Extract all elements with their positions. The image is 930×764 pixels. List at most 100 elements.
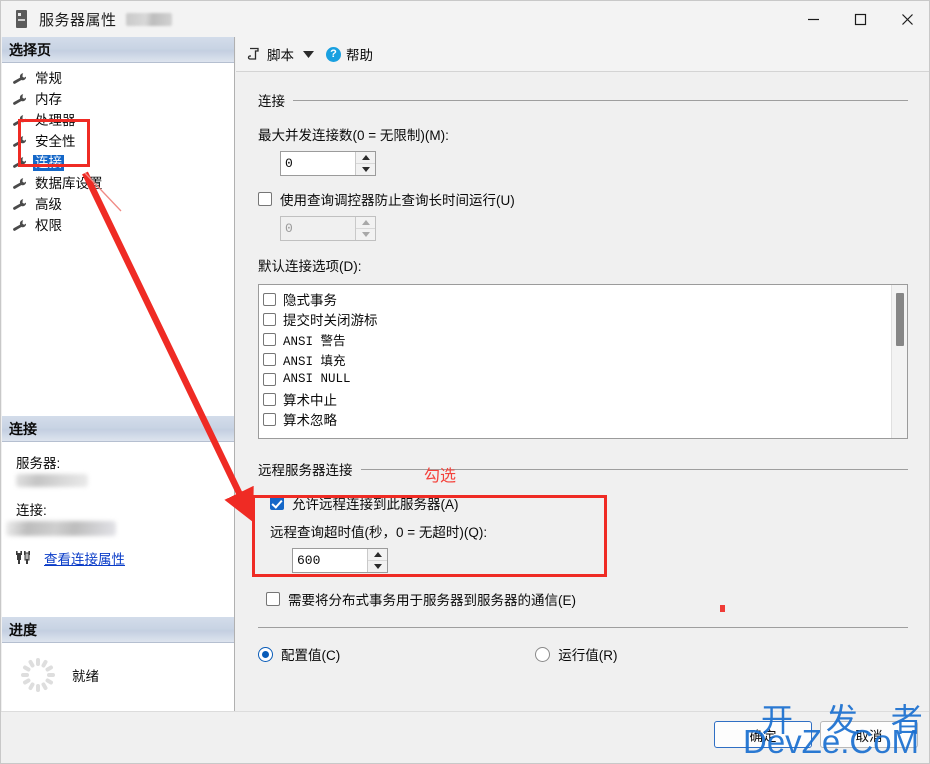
connection-header: 连接 <box>2 416 234 442</box>
remote-timeout-input[interactable] <box>293 549 367 572</box>
option-label: 提交时关闭游标 <box>283 313 378 328</box>
stepper-up-icon[interactable] <box>368 549 387 561</box>
connections-form: 连接 最大并发连接数(0 = 无限制)(M): 使用查询调控器防止查询长时间运行… <box>236 72 929 664</box>
minimize-icon[interactable] <box>790 1 837 37</box>
divider <box>360 468 908 470</box>
list-scrollbar[interactable] <box>891 285 907 438</box>
list-item[interactable]: ANSI NULL <box>263 369 891 389</box>
list-item[interactable]: 算术忽略 <box>263 409 891 429</box>
wrench-icon <box>13 72 27 84</box>
require-dtc-checkbox[interactable] <box>266 592 280 606</box>
sidebar-item-general[interactable]: 常规 <box>2 68 234 89</box>
running-values-radio[interactable] <box>535 646 551 662</box>
page-list: 常规 内存 处理器 安全性 连接 数据库设置 高级 权限 <box>2 63 234 236</box>
wrench-icon <box>13 114 27 126</box>
progress-section: 进度 就绪 <box>2 617 234 693</box>
left-panel: 选择页 常规 内存 处理器 安全性 连接 数据库设置 高级 权限 连接 服务器:… <box>2 37 235 713</box>
wrench-icon <box>13 135 27 147</box>
script-icon <box>247 47 259 60</box>
option-label: ANSI NULL <box>283 372 351 386</box>
option-label: 算术忽略 <box>283 413 337 428</box>
scrollbar-thumb[interactable] <box>896 293 904 346</box>
query-governor-input <box>281 217 355 240</box>
progress-status: 就绪 <box>72 669 99 684</box>
maximize-icon[interactable] <box>837 1 884 37</box>
sidebar-item-label: 常规 <box>35 70 62 86</box>
remote-timeout-stepper[interactable] <box>292 548 388 573</box>
stepper-buttons <box>355 217 375 240</box>
redacted-connection-value <box>6 521 116 536</box>
sidebar-item-label: 数据库设置 <box>35 175 103 191</box>
query-governor-row[interactable]: 使用查询调控器防止查询长时间运行(U) <box>258 189 908 209</box>
option-checkbox[interactable] <box>263 292 276 306</box>
option-checkbox[interactable] <box>263 372 276 386</box>
option-label: 隐式事务 <box>283 293 337 308</box>
sidebar-item-advanced[interactable]: 高级 <box>2 194 234 215</box>
close-icon[interactable] <box>884 1 929 37</box>
require-dtc-label: 需要将分布式事务用于服务器到服务器的通信(E) <box>288 593 576 608</box>
list-item[interactable]: 提交时关闭游标 <box>263 309 891 329</box>
server-icon <box>14 10 30 28</box>
stepper-buttons[interactable] <box>355 152 375 175</box>
query-governor-label: 使用查询调控器防止查询长时间运行(U) <box>280 193 515 208</box>
default-connection-options-label: 默认连接选项(D): <box>258 259 362 274</box>
option-items: 隐式事务 提交时关闭游标 ANSI 警告 ANSI 填充 ANSI NULL 算… <box>259 285 891 438</box>
view-connection-properties-link[interactable]: 查看连接属性 <box>44 548 125 568</box>
divider <box>258 627 908 628</box>
default-connection-options-list[interactable]: 隐式事务 提交时关闭游标 ANSI 警告 ANSI 填充 ANSI NULL 算… <box>258 284 908 439</box>
configured-values-radio[interactable] <box>258 646 273 662</box>
stepper-up-icon[interactable] <box>356 152 375 164</box>
help-label: 帮助 <box>346 48 373 63</box>
loading-spinner-icon <box>20 657 56 693</box>
stepper-buttons[interactable] <box>367 549 387 572</box>
allow-remote-checkbox[interactable] <box>270 496 284 510</box>
option-checkbox[interactable] <box>263 392 276 406</box>
stepper-down-icon[interactable] <box>356 164 375 175</box>
option-checkbox[interactable] <box>263 412 276 426</box>
list-item[interactable]: 算术中止 <box>263 389 891 409</box>
wrench-icon <box>13 156 27 168</box>
remote-group-header: 远程服务器连接 <box>258 459 908 479</box>
option-checkbox[interactable] <box>263 332 276 346</box>
chevron-down-icon[interactable] <box>303 45 314 63</box>
stepper-down-icon[interactable] <box>368 561 387 572</box>
sidebar-item-permissions[interactable]: 权限 <box>2 215 234 236</box>
help-button[interactable]: ? 帮助 <box>326 44 373 64</box>
max-connections-input[interactable] <box>281 152 355 175</box>
query-governor-checkbox[interactable] <box>258 192 272 206</box>
window-controls <box>790 1 929 37</box>
list-item[interactable]: 隐式事务 <box>263 289 891 309</box>
list-item[interactable]: ANSI 填充 <box>263 349 891 369</box>
help-circle-icon: ? <box>326 46 341 62</box>
sidebar-item-label: 处理器 <box>35 112 76 128</box>
require-dtc-row[interactable]: 需要将分布式事务用于服务器到服务器的通信(E) <box>266 589 908 609</box>
sidebar-item-connections[interactable]: 连接 <box>2 152 234 173</box>
cancel-button[interactable]: 取消 <box>820 721 918 748</box>
progress-header: 进度 <box>2 617 234 643</box>
server-properties-dialog: 服务器属性 选择页 常规 内存 处理器 安全性 连接 数据库设置 高级 权限 连… <box>0 0 930 764</box>
wrench-icon <box>13 219 27 231</box>
script-button[interactable]: 脚本 <box>247 44 294 64</box>
option-checkbox[interactable] <box>263 312 276 326</box>
query-governor-stepper <box>280 216 376 241</box>
red-dot-artifact <box>720 605 725 612</box>
wrench-icon <box>13 198 27 210</box>
ok-button[interactable]: 确定 <box>714 721 812 748</box>
max-connections-stepper[interactable] <box>280 151 376 176</box>
divider <box>293 99 908 101</box>
sidebar-item-processors[interactable]: 处理器 <box>2 110 234 131</box>
dialog-footer: 确定 取消 <box>1 711 929 763</box>
sidebar-item-memory[interactable]: 内存 <box>2 89 234 110</box>
sidebar-item-database-settings[interactable]: 数据库设置 <box>2 173 234 194</box>
remote-group-title: 远程服务器连接 <box>258 463 353 478</box>
wrench-icon <box>13 93 27 105</box>
allow-remote-row[interactable]: 允许远程连接到此服务器(A) <box>270 493 908 513</box>
sidebar-item-security[interactable]: 安全性 <box>2 131 234 152</box>
option-checkbox[interactable] <box>263 352 276 366</box>
script-label: 脚本 <box>267 48 294 63</box>
list-item[interactable]: ANSI 警告 <box>263 329 891 349</box>
redacted-server-value <box>16 474 88 487</box>
sidebar-item-label: 权限 <box>35 217 62 233</box>
max-connections-label: 最大并发连接数(0 = 无限制)(M): <box>258 128 449 143</box>
toolbar: 脚本 ? 帮助 <box>236 37 929 72</box>
